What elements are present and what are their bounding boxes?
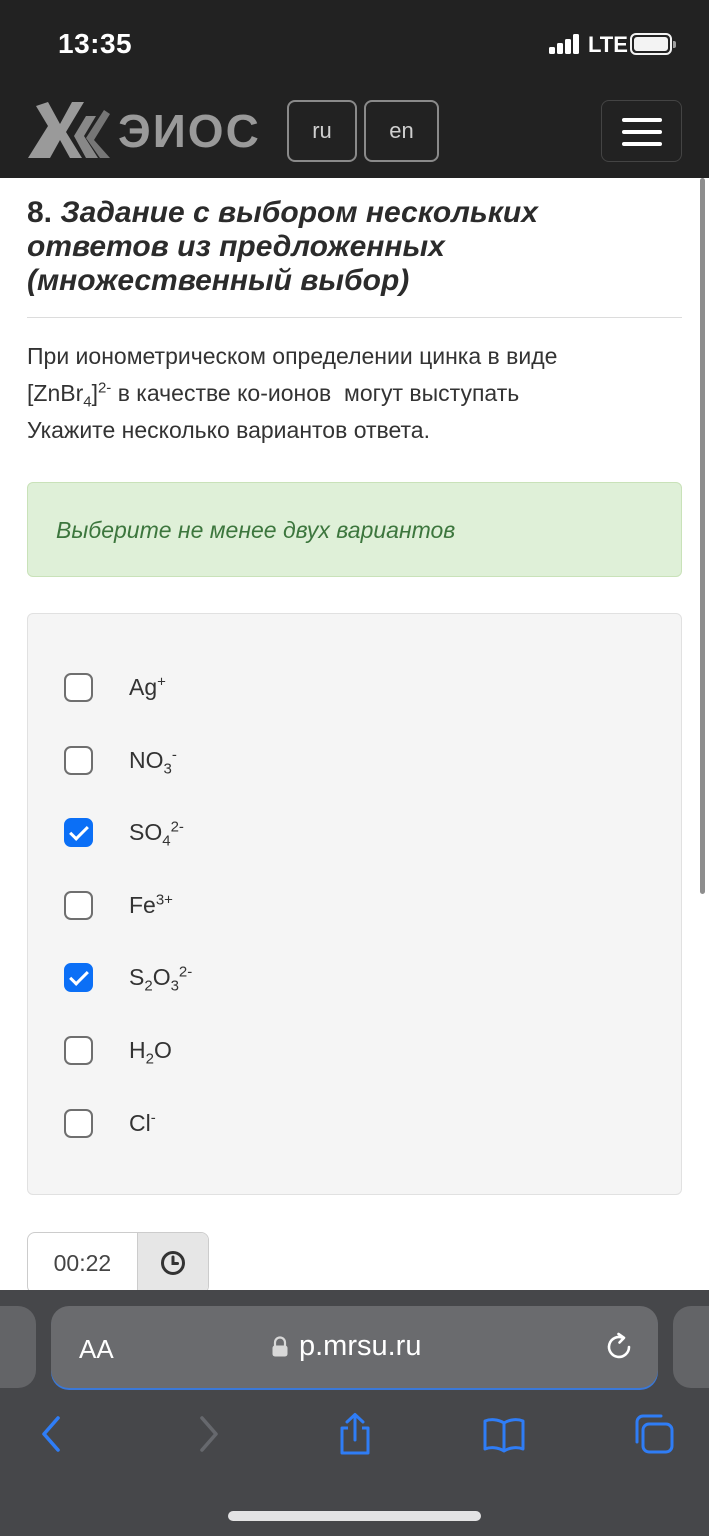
answer-option[interactable]: S2O32- — [64, 957, 624, 997]
answer-option[interactable]: NO3- — [64, 740, 624, 780]
timer: 00:22 — [27, 1232, 209, 1294]
logo-text[interactable]: ЭИОС — [118, 104, 261, 158]
previous-tab-preview[interactable] — [0, 1306, 36, 1388]
question-title: 8. Задание с выбором нескольких ответов … — [27, 196, 667, 298]
answer-option[interactable]: SO42- — [64, 812, 624, 852]
status-bar: 13:35 LTE — [0, 0, 709, 90]
checkbox-checked[interactable] — [64, 817, 93, 847]
question-number: 8. — [27, 196, 53, 229]
hint-alert: Выберите не менее двух вариантов — [27, 482, 682, 577]
question-line-3: Укажите несколько вариантов ответа. — [27, 417, 430, 443]
answer-option[interactable]: H2O — [64, 1030, 624, 1070]
clock-icon — [160, 1251, 185, 1275]
checkbox-checked[interactable] — [64, 962, 93, 992]
home-indicator — [228, 1511, 481, 1521]
next-tab-preview[interactable] — [673, 1306, 709, 1388]
question-heading: Задание с выбором нескольких ответов из … — [27, 196, 538, 297]
question-text: При ионометрическом определении цинка в … — [27, 338, 677, 449]
language-ru-button[interactable]: ru — [287, 100, 357, 162]
checkbox[interactable] — [64, 672, 93, 702]
logo-icon[interactable] — [26, 96, 110, 162]
hint-text: Выберите не менее двух вариантов — [56, 517, 456, 543]
address-bar[interactable]: AA p.mrsu.ru — [51, 1306, 658, 1388]
tabs-icon[interactable] — [632, 1412, 676, 1456]
hamburger-icon — [622, 118, 662, 122]
checkbox[interactable] — [64, 890, 93, 920]
answer-option[interactable]: Fe3+ — [64, 885, 624, 925]
answer-option-label: SO42- — [129, 817, 184, 850]
cellular-signal-icon — [549, 34, 581, 54]
forward-icon[interactable] — [185, 1412, 229, 1456]
status-time: 13:35 — [58, 28, 133, 59]
language-en-button[interactable]: en — [364, 100, 439, 162]
answer-option-label: H2O — [129, 1036, 172, 1068]
url-display[interactable]: p.mrsu.ru — [271, 1330, 421, 1363]
divider — [27, 317, 682, 318]
answer-option-label: Fe3+ — [129, 890, 173, 918]
battery-icon — [630, 33, 676, 55]
timer-value: 00:22 — [53, 1249, 112, 1276]
url-text: p.mrsu.ru — [299, 1330, 422, 1362]
text-size-button[interactable]: AA — [79, 1334, 114, 1365]
timer-button[interactable] — [136, 1233, 208, 1293]
menu-button[interactable] — [601, 100, 682, 162]
answer-option-label: Cl- — [129, 1108, 156, 1136]
reload-icon[interactable] — [603, 1331, 635, 1363]
back-icon[interactable] — [31, 1412, 75, 1456]
question-line-2: [ZnBr4]2- в качестве ко-ионов могут выст… — [27, 379, 520, 411]
checkbox[interactable] — [64, 1108, 93, 1138]
answer-option-label: Ag+ — [129, 672, 166, 700]
network-type: LTE — [588, 32, 628, 57]
checkbox[interactable] — [64, 1035, 93, 1065]
scrollbar-thumb[interactable] — [700, 178, 705, 894]
question-line-1: При ионометрическом определении цинка в … — [27, 343, 558, 369]
answer-option[interactable]: Ag+ — [64, 667, 624, 707]
bookmarks-icon[interactable] — [482, 1412, 526, 1456]
answer-option-label: NO3- — [129, 745, 177, 778]
answer-option-label: S2O32- — [129, 962, 193, 995]
lock-icon — [272, 1335, 288, 1356]
answer-option[interactable]: Cl- — [64, 1103, 624, 1143]
checkbox[interactable] — [64, 745, 93, 775]
share-icon[interactable] — [333, 1412, 377, 1456]
